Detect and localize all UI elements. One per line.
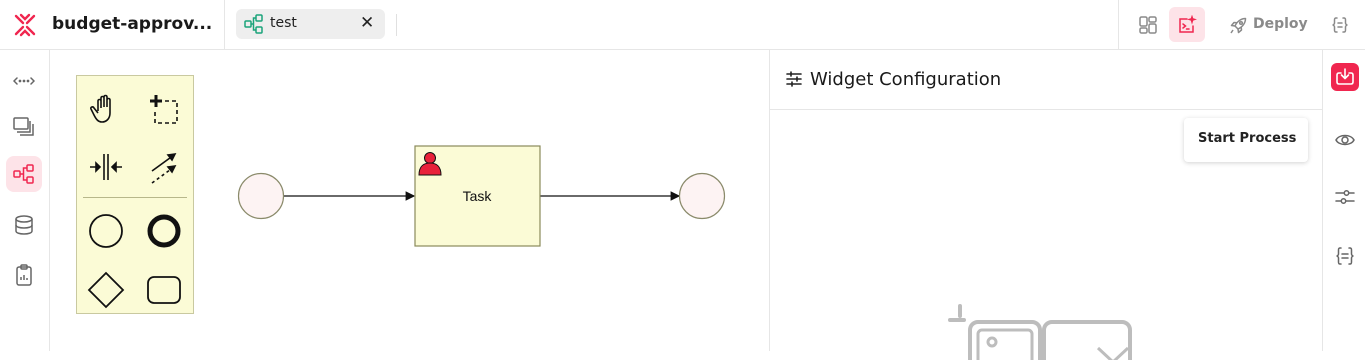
top-bar: budget-approv... test ✕ Deploy (0, 0, 1365, 50)
sliders-icon (1335, 190, 1355, 204)
tab-test[interactable]: test ✕ (236, 9, 385, 39)
left-sidebar (0, 50, 50, 351)
space-tool-icon[interactable] (86, 147, 126, 187)
deploy-button[interactable]: Deploy (1222, 7, 1312, 42)
palette-divider (83, 197, 187, 198)
start-process-tooltip: Start Process (1184, 118, 1308, 162)
download-button[interactable] (1331, 63, 1359, 91)
sidebar-item-workflow[interactable] (6, 156, 42, 192)
rocket-icon (1230, 17, 1247, 34)
close-icon[interactable]: ✕ (360, 13, 374, 33)
grid-view-icon (1139, 16, 1157, 34)
script-button[interactable] (1169, 7, 1205, 42)
tab-divider (396, 14, 397, 36)
database-icon (15, 215, 33, 235)
task-box[interactable] (414, 145, 541, 247)
gateway-icon[interactable] (86, 270, 126, 310)
connect-tool-icon[interactable] (144, 147, 184, 187)
preview-button[interactable] (1331, 126, 1359, 154)
workflow-icon (244, 14, 264, 38)
lasso-tool-icon[interactable] (144, 89, 184, 129)
sidebar-item-layers[interactable] (6, 107, 42, 143)
deploy-label: Deploy (1253, 16, 1308, 32)
layers-icon (13, 117, 34, 136)
end-event[interactable] (678, 172, 726, 220)
app-logo-icon[interactable] (12, 12, 38, 38)
code-braces-icon (1336, 247, 1354, 265)
expand-arrows-icon (13, 77, 35, 85)
user-task-icon (418, 152, 442, 176)
title-divider (224, 0, 225, 50)
code-button[interactable] (1322, 7, 1358, 42)
tab-label: test (270, 15, 297, 31)
tool-palette (76, 75, 194, 314)
grid-view-button[interactable] (1130, 7, 1166, 42)
script-icon (1179, 15, 1197, 33)
start-event[interactable] (237, 172, 285, 220)
sidebar-item-expand[interactable] (6, 63, 42, 99)
code-braces-icon (1332, 17, 1348, 33)
right-sidebar (1322, 50, 1365, 351)
workflow-icon (13, 164, 34, 184)
sidebar-item-database[interactable] (6, 207, 42, 243)
start-event-icon[interactable] (86, 211, 126, 251)
download-icon (1336, 68, 1354, 85)
app-title: budget-approv... (52, 14, 213, 34)
task-label: Task (463, 188, 493, 204)
code-editor-button[interactable] (1331, 242, 1359, 270)
config-title: Widget Configuration (810, 69, 1002, 90)
eye-icon (1335, 134, 1355, 146)
empty-state-illustration-icon (948, 304, 1132, 360)
sliders-icon (786, 71, 802, 87)
task-icon[interactable] (144, 270, 184, 310)
sidebar-item-clipboard[interactable] (6, 257, 42, 293)
config-header: Widget Configuration (770, 50, 1322, 110)
widget-configuration-panel: Widget Configuration Start Process (770, 50, 1322, 360)
tooltip-text: Start Process (1198, 131, 1297, 146)
clipboard-icon (16, 264, 32, 286)
hand-tool-icon[interactable] (86, 89, 126, 129)
toolbar-divider (1118, 0, 1119, 50)
end-event-icon[interactable] (144, 211, 184, 251)
settings-sliders-button[interactable] (1331, 183, 1359, 211)
diagram-canvas[interactable]: Task (51, 50, 769, 351)
